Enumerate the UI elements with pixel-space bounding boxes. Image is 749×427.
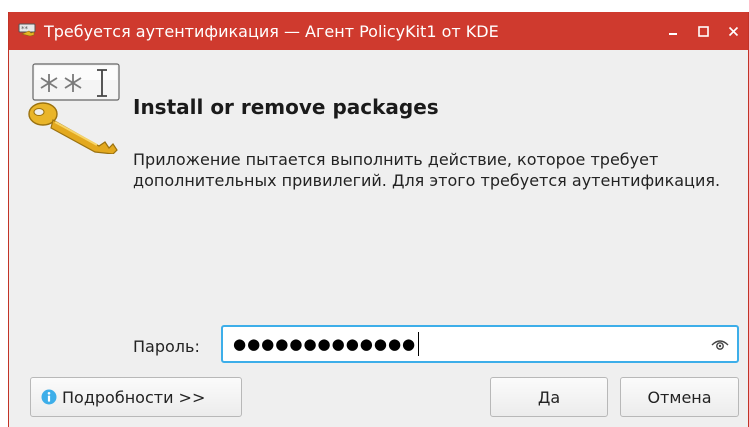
- minimize-icon: [669, 33, 677, 35]
- auth-dialog-window: ** Требуется аутентификация — Агент Poli…: [8, 12, 749, 427]
- eye-icon[interactable]: [711, 336, 729, 352]
- password-input[interactable]: ●●●●●●●●●●●●●: [221, 325, 739, 363]
- minimize-button[interactable]: [658, 12, 688, 50]
- window-title: Требуется аутентификация — Агент PolicyK…: [44, 21, 499, 41]
- dialog-content: Install or remove packages Приложение пы…: [9, 50, 748, 427]
- ok-button[interactable]: Да: [490, 377, 608, 417]
- password-label: Пароль:: [133, 337, 200, 356]
- close-icon: [728, 26, 738, 36]
- close-button[interactable]: [718, 12, 748, 50]
- info-icon: [41, 389, 57, 405]
- maximize-button[interactable]: [688, 12, 718, 50]
- cancel-button-label: Отмена: [647, 387, 712, 407]
- details-button-label: Подробности >>: [62, 387, 206, 407]
- password-masked-value: ●●●●●●●●●●●●●: [233, 335, 417, 353]
- maximize-icon: [697, 25, 709, 37]
- auth-key-icon: [28, 63, 120, 154]
- title-bar[interactable]: ** Требуется аутентификация — Агент Poli…: [9, 12, 748, 50]
- details-button[interactable]: Подробности >>: [30, 377, 242, 417]
- dialog-message: Приложение пытается выполнить действие, …: [133, 150, 721, 190]
- text-caret: [418, 332, 420, 356]
- cancel-button[interactable]: Отмена: [620, 377, 739, 417]
- dialog-heading: Install or remove packages: [133, 95, 439, 119]
- ok-button-label: Да: [537, 387, 561, 407]
- password-prompt-icon: **: [18, 22, 36, 40]
